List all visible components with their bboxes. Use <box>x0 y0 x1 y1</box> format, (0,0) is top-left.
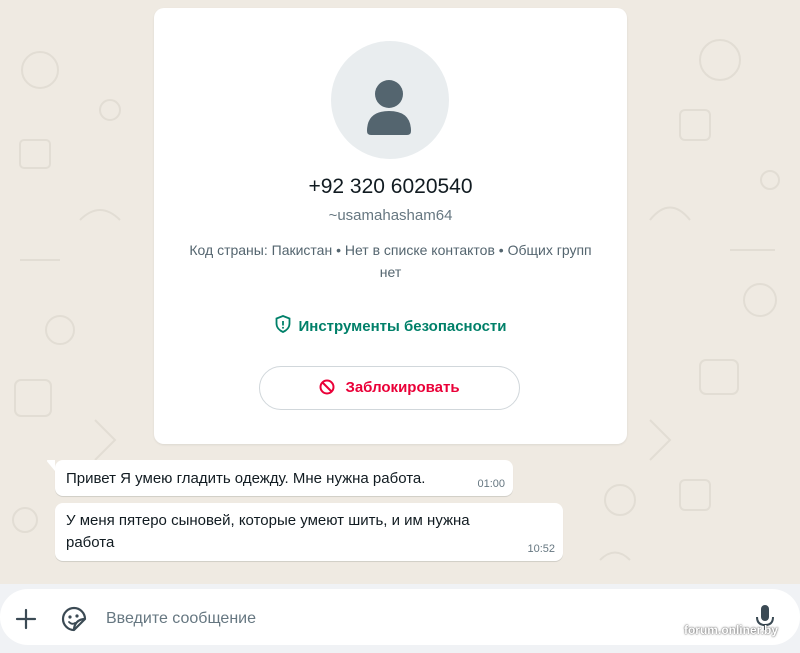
plus-icon[interactable] <box>13 606 39 632</box>
contact-phone: +92 320 6020540 <box>308 175 473 198</box>
message-bubble[interactable]: Привет Я умею гладить одежду. Мне нужна … <box>47 460 513 496</box>
message-text: У меня пятеро сыновей, которые умеют шит… <box>66 512 470 551</box>
contact-details: Код страны: Пакистан • Нет в списке конт… <box>189 242 592 280</box>
sticker-icon[interactable] <box>60 605 88 633</box>
shield-icon <box>275 315 290 333</box>
ban-icon <box>319 379 335 395</box>
contact-username: ~usamahasham64 <box>328 207 453 224</box>
message-composer <box>0 584 800 653</box>
contact-info-card: +92 320 6020540 ~usamahasham64 Код стран… <box>154 8 627 444</box>
message-bubble[interactable]: У меня пятеро сыновей, которые умеют шит… <box>55 503 563 561</box>
block-button[interactable]: Заблокировать <box>259 366 520 410</box>
watermark: forum.onliner.by <box>683 623 778 637</box>
composer-box <box>0 589 800 645</box>
message-input[interactable] <box>104 602 728 636</box>
bubble-tail <box>47 460 55 471</box>
person-icon <box>367 80 411 135</box>
avatar[interactable] <box>331 41 449 159</box>
message-time: 10:52 <box>527 543 555 555</box>
safety-tools-label: Инструменты безопасности <box>298 318 507 335</box>
message-time: 01:00 <box>477 478 505 490</box>
safety-tools-link[interactable]: Инструменты безопасности <box>154 315 627 335</box>
message-text: Привет Я умею гладить одежду. Мне нужна … <box>66 470 426 487</box>
block-label: Заблокировать <box>345 379 460 396</box>
